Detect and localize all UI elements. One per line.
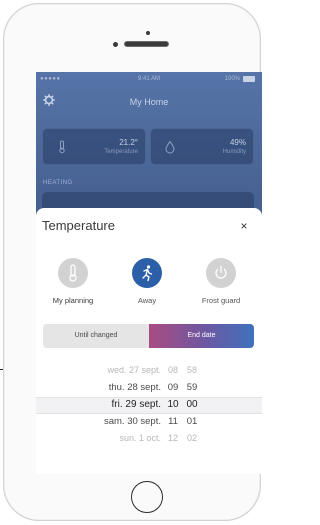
thermometer-icon — [59, 140, 65, 154]
humidity-value: 49% — [229, 138, 246, 147]
humidity-label: Humidity — [222, 149, 246, 155]
close-button[interactable]: × — [237, 219, 251, 233]
mode-label-planning: My planning — [52, 296, 94, 305]
phone-frame: ●●●●● 9:41 AM 100% My Home 21.2° Tempera… — [3, 3, 262, 521]
picker-minute: 00 — [186, 399, 198, 410]
picker-row[interactable]: wed. 27 sept. 08 58 — [36, 363, 262, 380]
section-label: HEATING — [43, 180, 73, 186]
duration-segmented-control: Until changed End date — [43, 324, 254, 348]
power-icon — [215, 265, 227, 279]
mode-away[interactable]: Away — [112, 258, 182, 305]
mode-frost-guard[interactable]: Frost guard — [186, 258, 256, 305]
front-camera — [113, 42, 118, 47]
mode-away-button[interactable] — [132, 258, 162, 288]
picker-hour: 08 — [167, 365, 178, 375]
sensor-dot — [146, 31, 150, 35]
thermometer-icon — [69, 264, 77, 282]
mode-planning-button[interactable] — [58, 258, 88, 288]
mode-label-frost: Frost guard — [201, 296, 241, 305]
temperature-label: Temperature — [104, 149, 138, 155]
home-button[interactable] — [131, 481, 163, 513]
mode-my-planning[interactable]: My planning — [38, 258, 108, 305]
picker-minute: 01 — [186, 416, 198, 427]
picker-hour: 10 — [167, 399, 179, 410]
picker-minute: 59 — [186, 382, 198, 393]
humidity-tile[interactable]: 49% Humidity — [150, 128, 254, 165]
battery-percentage: 100% — [224, 76, 240, 82]
phone-screen: ●●●●● 9:41 AM 100% My Home 21.2° Tempera… — [36, 72, 262, 474]
droplet-icon — [165, 140, 175, 154]
temperature-value: 21.2° — [119, 138, 138, 147]
home-title: My Home — [129, 97, 169, 107]
picker-date: thu. 28 sept. — [108, 382, 161, 393]
picker-date: wed. 27 sept. — [107, 365, 161, 375]
picker-date: sam. 30 sept. — [103, 416, 161, 427]
picker-minute: 58 — [186, 365, 197, 375]
running-person-icon — [142, 265, 153, 282]
picker-row[interactable]: thu. 28 sept. 09 59 — [36, 380, 262, 397]
picker-hour: 09 — [167, 382, 179, 393]
picker-hour: 12 — [167, 433, 178, 443]
battery-icon — [243, 76, 255, 82]
picker-row[interactable]: fri. 29 sept. 10 00 — [36, 397, 262, 414]
mode-label-away: Away — [137, 296, 157, 305]
date-time-picker[interactable]: wed. 27 sept. 08 58 thu. 28 sept. 09 59 fri. 2… — [36, 358, 262, 474]
temperature-tile[interactable]: 21.2° Temperature — [42, 128, 146, 165]
temperature-sheet: Temperature × My planning Away Frost gua… — [36, 208, 262, 474]
picker-row[interactable]: sam. 30 sept. 11 01 — [36, 414, 262, 431]
picker-hour: 11 — [168, 416, 178, 427]
sheet-title: Temperature — [42, 218, 115, 233]
earpiece-speaker — [124, 41, 169, 47]
mode-frost-button[interactable] — [206, 258, 236, 288]
picker-date: fri. 29 sept. — [111, 399, 161, 410]
segment-until-changed[interactable]: Until changed — [43, 324, 149, 348]
status-bar: ●●●●● 9:41 AM 100% — [36, 75, 262, 85]
picker-date: sun. 1 oct. — [119, 433, 161, 443]
picker-minute: 02 — [186, 433, 197, 443]
segment-end-date[interactable]: End date — [149, 324, 254, 348]
picker-row[interactable]: sun. 1 oct. 12 02 — [36, 431, 262, 448]
